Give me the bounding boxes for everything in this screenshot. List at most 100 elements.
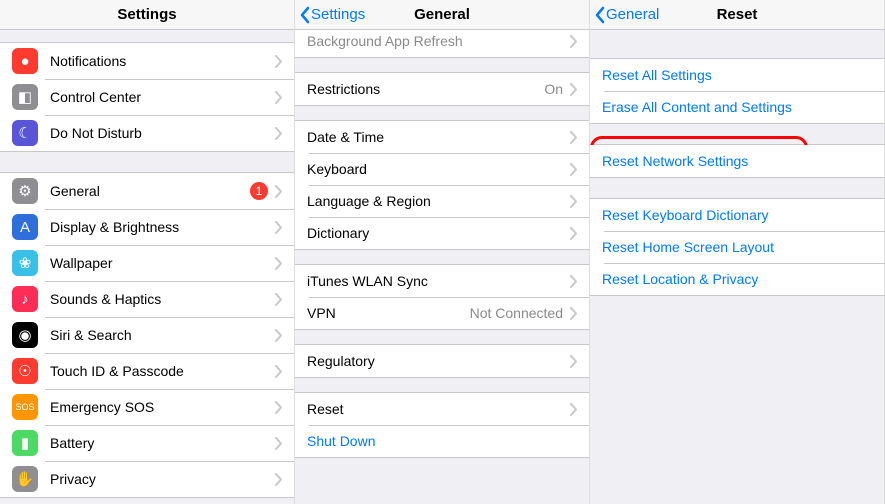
row-do-not-disturb[interactable]: ☾Do Not Disturb	[0, 115, 294, 151]
row-label: Erase All Content and Settings	[602, 99, 872, 115]
general-icon: ⚙	[12, 178, 38, 204]
row-label: Regulatory	[307, 353, 569, 369]
row-label: VPN	[307, 305, 470, 321]
reset-group: Reset All Settings Erase All Content and …	[590, 58, 884, 124]
row-notifications[interactable]: ● Notifications	[0, 43, 294, 79]
navbar: General Reset	[590, 0, 884, 30]
chevron-right-icon	[274, 401, 282, 414]
row-label: Reset Location & Privacy	[602, 271, 872, 287]
row-battery[interactable]: ▮ Battery	[0, 425, 294, 461]
row-value: On	[544, 81, 563, 97]
chevron-right-icon	[274, 221, 282, 234]
row-general[interactable]: ⚙ General1	[0, 173, 294, 209]
navbar-title: General	[414, 6, 470, 23]
chevron-right-icon	[274, 127, 282, 140]
row-reset[interactable]: Reset	[295, 393, 589, 425]
chevron-left-icon	[299, 6, 311, 24]
chevron-right-icon	[274, 55, 282, 68]
row-reset-all-settings[interactable]: Reset All Settings	[590, 59, 884, 91]
row-reset-home-screen-layout[interactable]: Reset Home Screen Layout	[590, 231, 884, 263]
control-center-icon: ◧	[12, 84, 38, 110]
reset-pane: General Reset Reset All Settings Erase Al…	[590, 0, 885, 504]
sounds-haptics-icon: ♪	[12, 286, 38, 312]
row-sounds-haptics[interactable]: ♪ Sounds & Haptics	[0, 281, 294, 317]
row-control-center[interactable]: ◧Control Center	[0, 79, 294, 115]
badge: 1	[250, 182, 268, 200]
row-date-time[interactable]: Date & Time	[295, 121, 589, 153]
row-label: Do Not Disturb	[50, 125, 274, 141]
row-label: Siri & Search	[50, 327, 274, 343]
row-background-app-refresh[interactable]: Background App Refresh	[295, 30, 589, 57]
touch-id-icon: ☉	[12, 358, 38, 384]
settings-list[interactable]: ● Notifications ◧Control Center☾Do Not Dis…	[0, 30, 294, 504]
row-label: Reset Network Settings	[602, 153, 872, 169]
row-label: Sounds & Haptics	[50, 291, 274, 307]
chevron-right-icon	[274, 329, 282, 342]
row-siri-search[interactable]: ◉ Siri & Search	[0, 317, 294, 353]
row-shut-down[interactable]: Shut Down	[295, 425, 589, 457]
row-label: Touch ID & Passcode	[50, 363, 274, 379]
row-label: Wallpaper	[50, 255, 274, 271]
navbar: Settings	[0, 0, 294, 30]
row-emergency-sos[interactable]: SOS Emergency SOS	[0, 389, 294, 425]
reset-group: Reset Keyboard Dictionary Reset Home Scre…	[590, 198, 884, 296]
general-group: ResetShut Down	[295, 392, 589, 458]
row-display-brightness[interactable]: A Display & Brightness	[0, 209, 294, 245]
row-label: Battery	[50, 435, 274, 451]
row-regulatory[interactable]: Regulatory	[295, 345, 589, 377]
back-label: Settings	[311, 6, 365, 23]
chevron-right-icon	[274, 365, 282, 378]
siri-search-icon: ◉	[12, 322, 38, 348]
display-brightness-icon: A	[12, 214, 38, 240]
chevron-right-icon	[569, 131, 577, 144]
navbar: Settings General	[295, 0, 589, 30]
emergency-sos-icon: SOS	[12, 394, 38, 420]
row-erase-all-content[interactable]: Erase All Content and Settings	[590, 91, 884, 123]
row-restrictions[interactable]: RestrictionsOn	[295, 73, 589, 105]
row-label: Reset All Settings	[602, 67, 872, 83]
chevron-right-icon	[569, 163, 577, 176]
general-group: Regulatory	[295, 344, 589, 378]
battery-icon: ▮	[12, 430, 38, 456]
row-label: Reset Keyboard Dictionary	[602, 207, 872, 223]
row-label: iTunes WLAN Sync	[307, 273, 569, 289]
row-label: Restrictions	[307, 81, 544, 97]
row-touch-id[interactable]: ☉ Touch ID & Passcode	[0, 353, 294, 389]
chevron-right-icon	[274, 293, 282, 306]
row-label: Reset Home Screen Layout	[602, 239, 872, 255]
reset-group: Reset Network Settings	[590, 144, 884, 178]
row-reset-keyboard-dictionary[interactable]: Reset Keyboard Dictionary	[590, 199, 884, 231]
row-label: Language & Region	[307, 193, 569, 209]
row-label: Privacy	[50, 471, 274, 487]
general-group: RestrictionsOn	[295, 72, 589, 106]
general-list[interactable]: Background App Refresh RestrictionsOn Date…	[295, 30, 589, 504]
row-label: Display & Brightness	[50, 219, 274, 235]
row-itunes-wlan-sync[interactable]: iTunes WLAN Sync	[295, 265, 589, 297]
row-label: Background App Refresh	[307, 33, 569, 49]
row-dictionary[interactable]: Dictionary	[295, 217, 589, 249]
row-label: General	[50, 183, 250, 199]
chevron-right-icon	[569, 35, 577, 48]
chevron-right-icon	[569, 355, 577, 368]
chevron-right-icon	[569, 83, 577, 96]
back-button[interactable]: General	[594, 6, 659, 24]
general-group: Background App Refresh	[295, 30, 589, 58]
notifications-icon: ●	[12, 48, 38, 74]
row-reset-network-settings[interactable]: Reset Network Settings	[590, 145, 884, 177]
row-label: Notifications	[50, 53, 274, 69]
row-privacy[interactable]: ✋Privacy	[0, 461, 294, 497]
row-keyboard[interactable]: Keyboard	[295, 153, 589, 185]
settings-pane: Settings ● Notifications ◧Control Center☾D…	[0, 0, 295, 504]
row-language-region[interactable]: Language & Region	[295, 185, 589, 217]
row-label: Emergency SOS	[50, 399, 274, 415]
row-wallpaper[interactable]: ❀Wallpaper	[0, 245, 294, 281]
chevron-right-icon	[569, 195, 577, 208]
back-label: General	[606, 6, 659, 23]
row-value: Not Connected	[470, 305, 563, 321]
reset-list[interactable]: Reset All Settings Erase All Content and …	[590, 30, 884, 504]
back-button[interactable]: Settings	[299, 6, 365, 24]
row-label: Keyboard	[307, 161, 569, 177]
row-reset-location-privacy[interactable]: Reset Location & Privacy	[590, 263, 884, 295]
chevron-right-icon	[569, 403, 577, 416]
row-vpn[interactable]: VPNNot Connected	[295, 297, 589, 329]
